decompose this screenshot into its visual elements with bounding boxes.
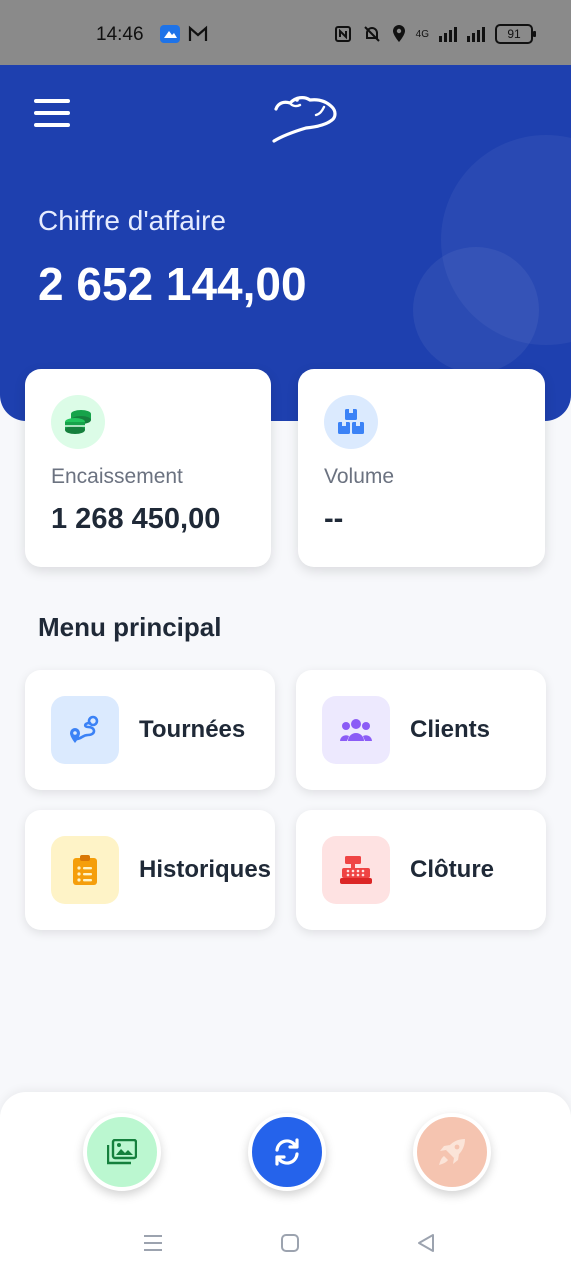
home-square-icon[interactable] <box>275 1228 305 1258</box>
signal-icon <box>467 27 485 42</box>
coins-stack-icon <box>51 395 105 449</box>
menu-tile-label: Tournées <box>139 716 246 743</box>
polar-bear-logo <box>272 96 337 143</box>
status-time: 14:46 <box>96 24 144 45</box>
clipboard-list-icon <box>51 836 119 904</box>
section-title: Menu principal <box>38 612 222 642</box>
menu-tile-historiques[interactable]: Historiques <box>25 810 275 930</box>
battery-icon: 91 <box>495 24 536 44</box>
recents-menu-icon[interactable] <box>138 1228 168 1258</box>
cloud-app-icon <box>160 25 180 43</box>
status-indicators: 4G 91 <box>334 24 536 44</box>
encaissement-card[interactable]: Encaissement 1 268 450,00 <box>25 369 271 567</box>
status-bar: 14:46 4G 91 <box>0 0 571 65</box>
cash-register-icon <box>322 836 390 904</box>
menu-tile-label: Historiques <box>139 856 272 883</box>
users-icon <box>322 696 390 764</box>
bell-muted-icon <box>363 26 380 42</box>
stat-value: -- <box>324 503 344 535</box>
menu-tile-clients[interactable]: Clients <box>296 670 546 790</box>
decor-circle <box>413 247 539 373</box>
system-nav-bar <box>0 1228 571 1262</box>
gmail-icon <box>188 25 208 41</box>
back-triangle-icon[interactable] <box>411 1228 441 1258</box>
menu-tile-cloture[interactable]: Clôture <box>296 810 546 930</box>
nfc-icon <box>334 26 351 42</box>
images-icon <box>107 1139 137 1165</box>
signal-icon <box>439 27 457 42</box>
route-icon <box>51 696 119 764</box>
gallery-button[interactable] <box>83 1113 161 1191</box>
boxes-icon <box>324 395 378 449</box>
sync-button[interactable] <box>248 1113 326 1191</box>
stat-label: Volume <box>324 465 395 488</box>
revenue-value: 2 652 144,00 <box>38 258 307 310</box>
revenue-label: Chiffre d'affaire <box>38 205 226 236</box>
hamburger-menu-button[interactable] <box>34 99 70 133</box>
menu-tile-label: Clients <box>410 716 491 743</box>
location-icon <box>392 25 405 42</box>
rocket-icon <box>439 1139 465 1165</box>
network-type: 4G <box>415 28 429 40</box>
revenue-header: Chiffre d'affaire 2 652 144,00 <box>0 65 571 421</box>
menu-tile-label: Clôture <box>410 856 494 883</box>
sync-icon <box>275 1138 299 1166</box>
volume-card[interactable]: Volume -- <box>298 369 545 567</box>
stat-label: Encaissement <box>51 465 183 488</box>
menu-tile-tournees[interactable]: Tournées <box>25 670 275 790</box>
stat-value: 1 268 450,00 <box>51 503 221 535</box>
launch-button[interactable] <box>413 1113 491 1191</box>
